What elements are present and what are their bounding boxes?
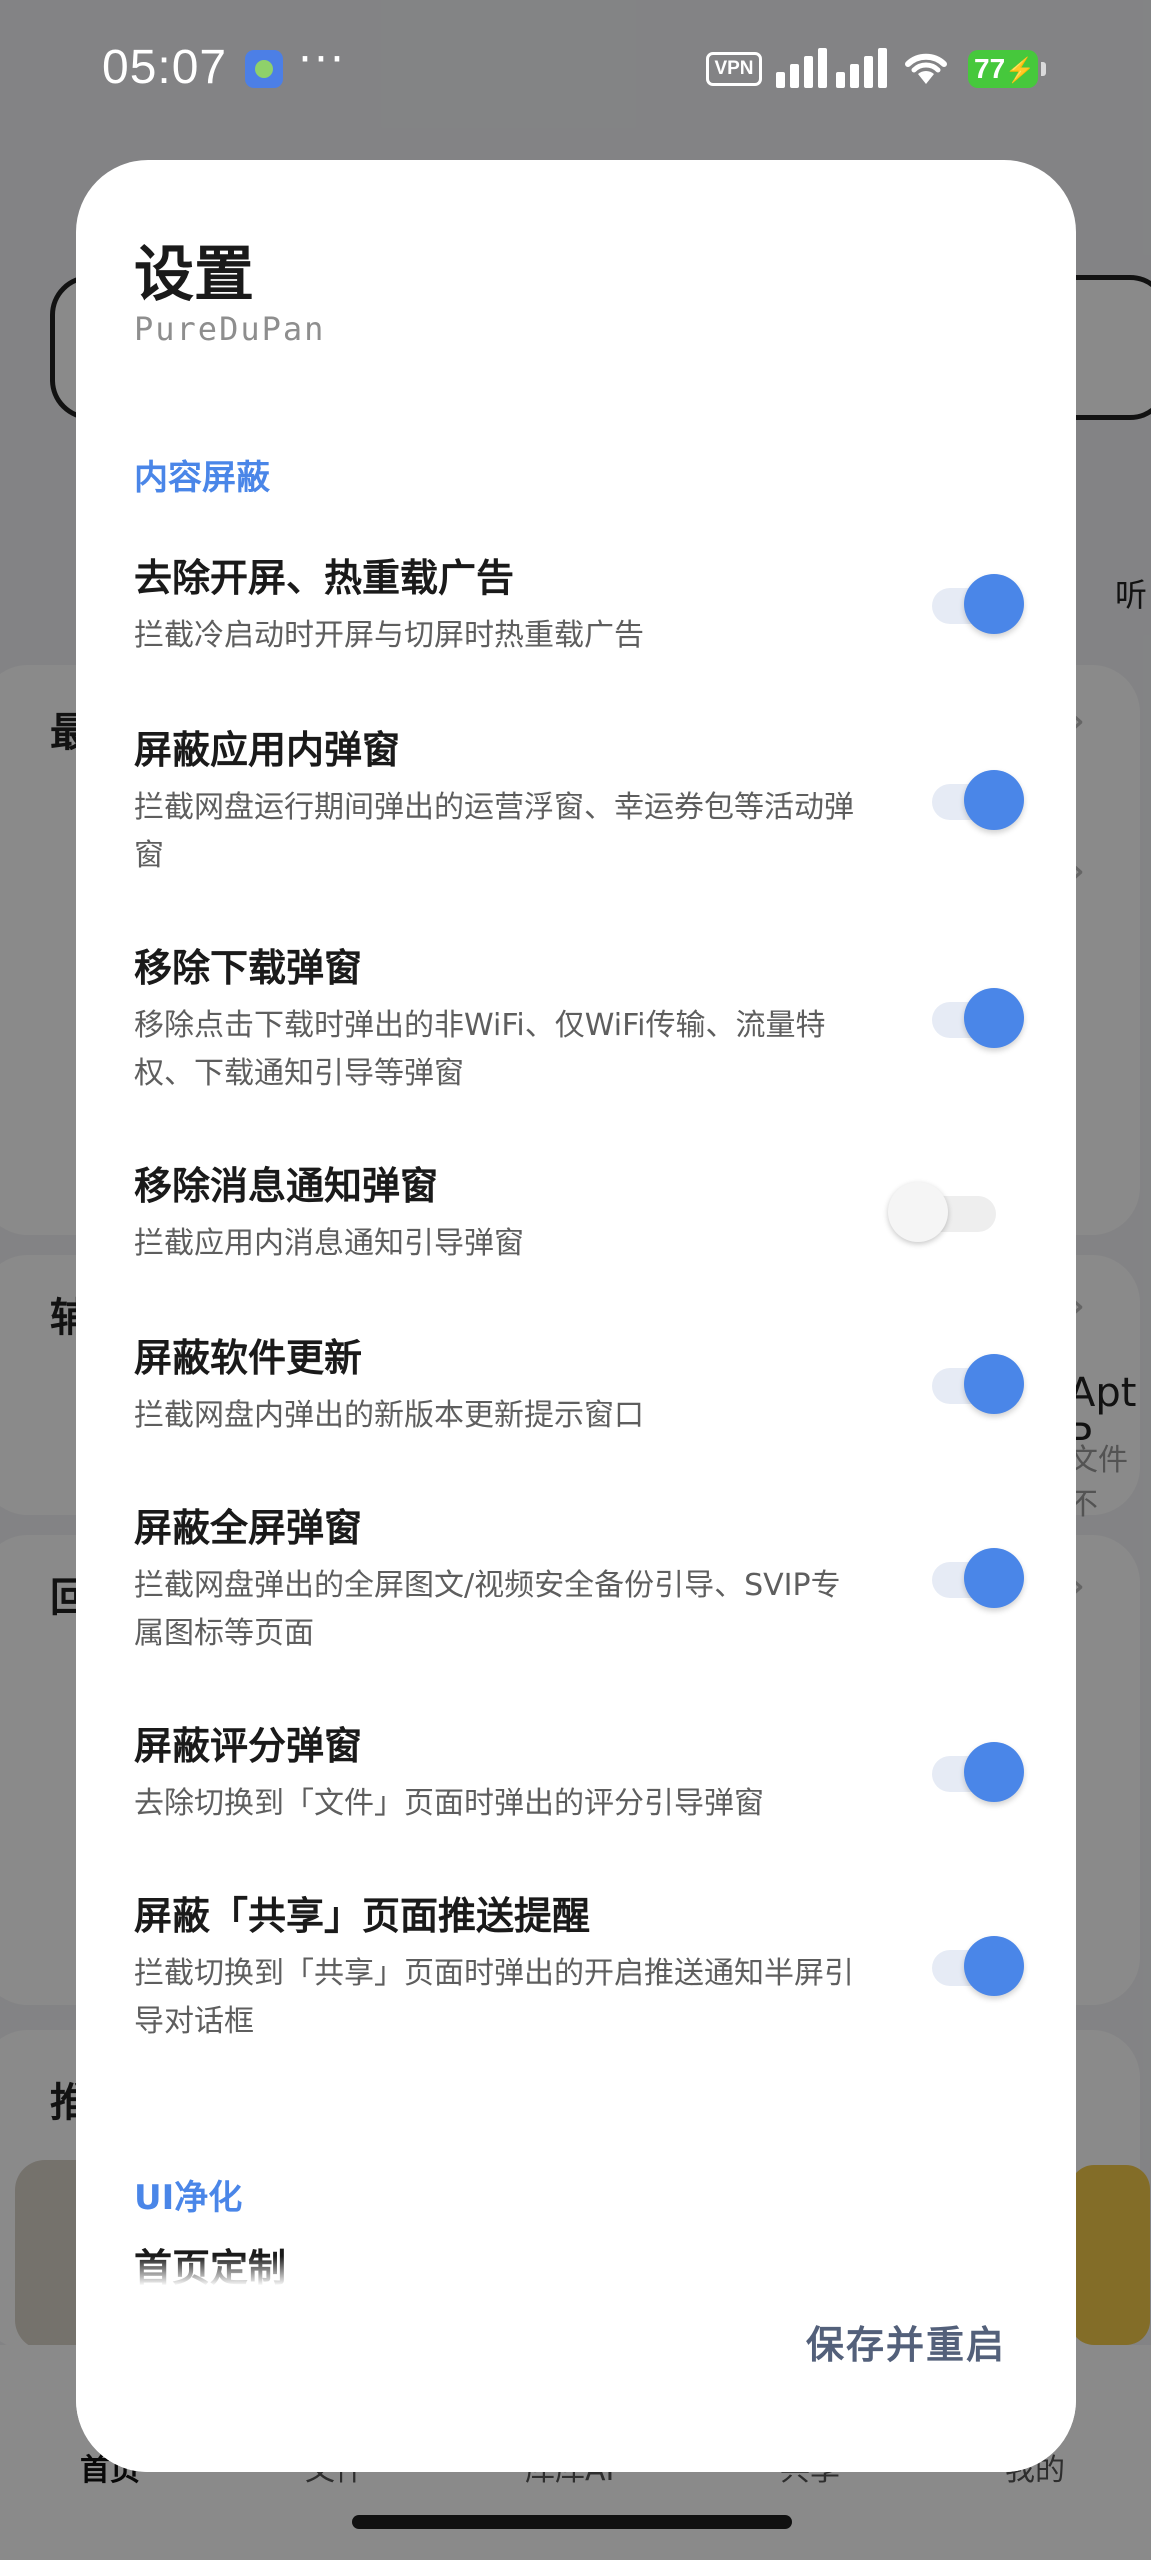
app-notification-icon bbox=[245, 50, 283, 88]
dialog-title: 设置 bbox=[134, 240, 254, 310]
setting-desc: 去除切换到「文件」页面时弹出的评分引导弹窗 bbox=[134, 1786, 764, 1821]
setting-desc: 拦截切换到「共享」页面时弹出的开启推送通知半屏引导对话框 bbox=[134, 1956, 854, 2039]
setting-desc: 拦截网盘内弹出的新版本更新提示窗口 bbox=[134, 1398, 644, 1433]
toggle-switch[interactable] bbox=[888, 1182, 1002, 1242]
section-header-ui-cleanup: UI净化 bbox=[134, 2178, 243, 2218]
toggle-switch[interactable] bbox=[932, 574, 1024, 634]
setting-title: 屏蔽「共享」页面推送提醒 bbox=[134, 1894, 591, 1938]
setting-desc: 拦截网盘弹出的全屏图文/视频安全备份引导、SVIP专属图标等页面 bbox=[134, 1568, 841, 1651]
battery-level: 77 bbox=[974, 53, 1006, 84]
setting-desc: 移除点击下载时弹出的非WiFi、仅WiFi传输、流量特权、下载通知引导等弹窗 bbox=[134, 1008, 826, 1091]
setting-block-in-app-popups[interactable]: 屏蔽应用内弹窗 拦截网盘运行期间弹出的运营浮窗、幸运券包等活动弹窗 bbox=[134, 722, 1024, 880]
setting-title: 屏蔽评分弹窗 bbox=[134, 1724, 363, 1768]
setting-title: 屏蔽全屏弹窗 bbox=[134, 1506, 363, 1550]
signal-icon bbox=[776, 48, 887, 88]
battery-icon: 77⚡ bbox=[968, 50, 1046, 88]
wifi-icon bbox=[905, 53, 947, 84]
dialog-subtitle: PureDuPan bbox=[134, 310, 326, 348]
dialog-footer: 保存并重启 bbox=[76, 2286, 1076, 2472]
toggle-switch[interactable] bbox=[932, 1354, 1024, 1414]
setting-desc: 拦截应用内消息通知引导弹窗 bbox=[134, 1226, 524, 1261]
setting-remove-download-popups[interactable]: 移除下载弹窗 移除点击下载时弹出的非WiFi、仅WiFi传输、流量特权、下载通知… bbox=[134, 940, 1024, 1098]
setting-title: 去除开屏、热重载广告 bbox=[134, 556, 515, 600]
toggle-switch[interactable] bbox=[932, 1548, 1024, 1608]
vpn-icon: VPN bbox=[706, 52, 762, 86]
setting-block-fullscreen-popups[interactable]: 屏蔽全屏弹窗 拦截网盘弹出的全屏图文/视频安全备份引导、SVIP专属图标等页面 bbox=[134, 1500, 1024, 1658]
setting-remove-notification-popups[interactable]: 移除消息通知弹窗 拦截应用内消息通知引导弹窗 bbox=[134, 1158, 1024, 1268]
save-and-restart-button[interactable]: 保存并重启 bbox=[806, 2314, 1006, 2369]
toggle-switch[interactable] bbox=[932, 1936, 1024, 1996]
setting-desc: 拦截冷启动时开屏与切屏时热重载广告 bbox=[134, 618, 644, 653]
toggle-switch[interactable] bbox=[932, 988, 1024, 1048]
charging-bolt-icon: ⚡ bbox=[1005, 57, 1036, 84]
setting-title: 屏蔽软件更新 bbox=[134, 1336, 363, 1380]
home-indicator[interactable] bbox=[352, 2515, 792, 2529]
setting-title: 屏蔽应用内弹窗 bbox=[134, 728, 401, 772]
status-bar: 05:07 ··· VPN 77⚡ bbox=[0, 0, 1151, 140]
setting-block-share-push-reminder[interactable]: 屏蔽「共享」页面推送提醒 拦截切换到「共享」页面时弹出的开启推送通知半屏引导对话… bbox=[134, 1888, 1024, 2046]
scroll-fade bbox=[76, 2256, 1076, 2286]
setting-title: 移除下载弹窗 bbox=[134, 946, 363, 990]
settings-dialog: 设置 PureDuPan 内容屏蔽 去除开屏、热重载广告 拦截冷启动时开屏与切屏… bbox=[76, 160, 1076, 2472]
setting-block-app-update[interactable]: 屏蔽软件更新 拦截网盘内弹出的新版本更新提示窗口 bbox=[134, 1330, 1024, 1440]
setting-remove-splash-ads[interactable]: 去除开屏、热重载广告 拦截冷启动时开屏与切屏时热重载广告 bbox=[134, 550, 1024, 660]
setting-desc: 拦截网盘运行期间弹出的运营浮窗、幸运券包等活动弹窗 bbox=[134, 790, 854, 873]
more-notifications-icon: ··· bbox=[298, 34, 346, 85]
toggle-switch[interactable] bbox=[932, 770, 1024, 830]
section-header-content-block: 内容屏蔽 bbox=[134, 458, 270, 498]
toggle-switch[interactable] bbox=[932, 1742, 1024, 1802]
status-time: 05:07 bbox=[102, 41, 228, 94]
setting-block-rating-popup[interactable]: 屏蔽评分弹窗 去除切换到「文件」页面时弹出的评分引导弹窗 bbox=[134, 1718, 1024, 1828]
